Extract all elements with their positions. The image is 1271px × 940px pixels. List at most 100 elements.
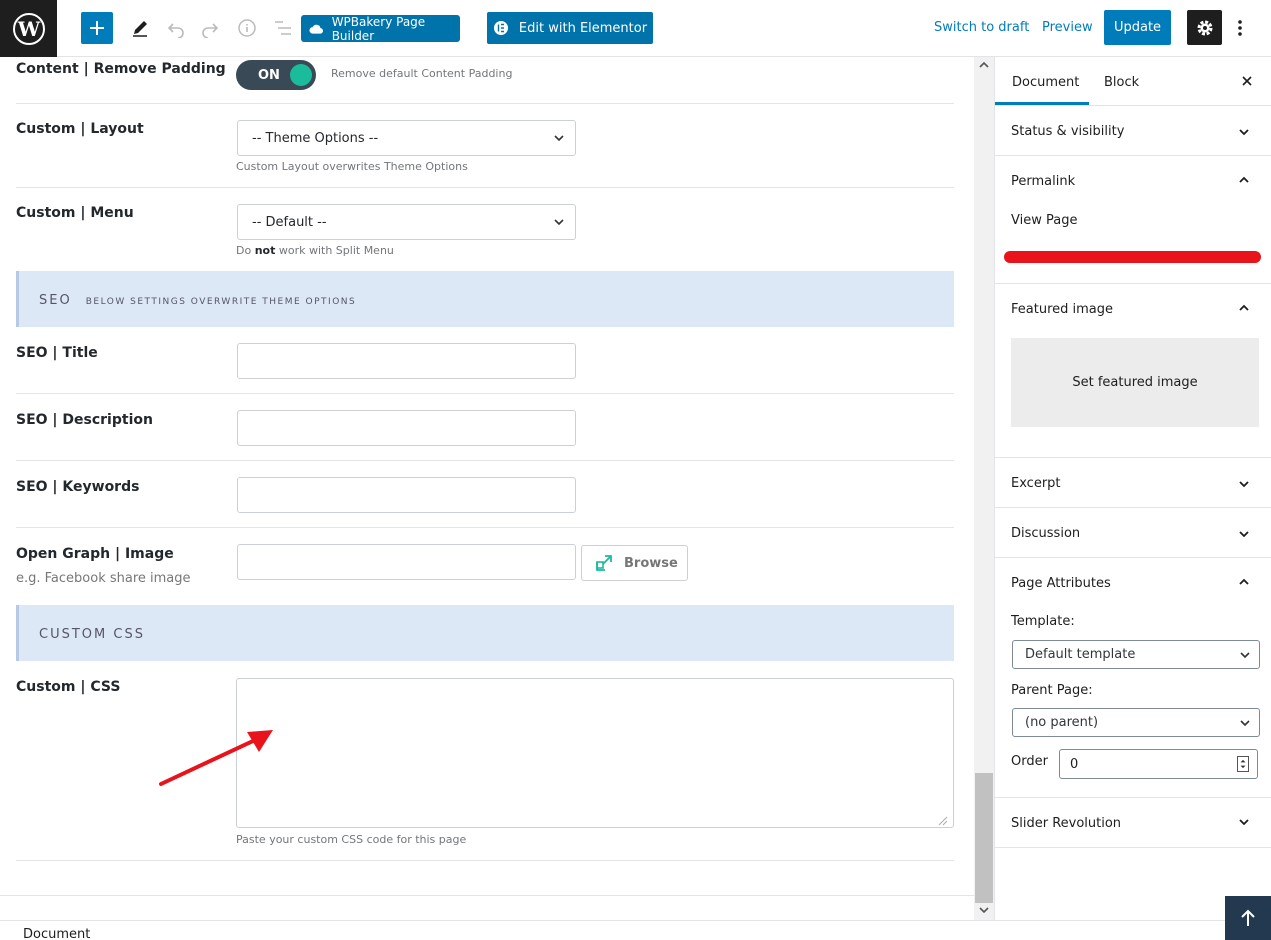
footer-breadcrumb[interactable]: Document	[23, 927, 90, 940]
spinner-arrows-icon[interactable]	[1237, 756, 1249, 772]
settings-button[interactable]	[1187, 10, 1222, 45]
list-icon	[275, 21, 291, 35]
scroll-thumb[interactable]	[975, 773, 993, 903]
main-scrollbar[interactable]	[974, 57, 994, 920]
custom-layout-hint: Custom Layout overwrites Theme Options	[236, 160, 468, 173]
parent-page-label: Parent Page:	[1011, 683, 1093, 698]
toggle-knob	[290, 64, 312, 86]
preview-button[interactable]: Preview	[1042, 20, 1093, 35]
panel-status-visibility[interactable]: Status & visibility	[995, 106, 1271, 156]
seo-keywords-input[interactable]	[237, 477, 576, 513]
redo-icon	[202, 23, 219, 38]
chevron-down-icon	[1240, 652, 1250, 659]
custom-css-section-header: CUSTOM CSS	[16, 605, 954, 661]
chevron-down-icon	[1240, 720, 1250, 727]
scroll-down-icon[interactable]	[978, 906, 990, 914]
seo-keywords-row: SEO | Keywords	[16, 461, 954, 528]
edit-with-elementor-button[interactable]: Edit with Elementor	[487, 12, 653, 44]
template-value: Default template	[1025, 647, 1136, 662]
update-button[interactable]: Update	[1104, 10, 1171, 45]
scroll-to-top-button[interactable]	[1225, 896, 1271, 940]
close-icon[interactable]	[1239, 73, 1255, 89]
chevron-up-icon[interactable]	[1238, 576, 1250, 588]
settings-sidebar: Document Block Status & visibility Perma…	[994, 57, 1271, 920]
wordpress-logo-icon[interactable]: W	[0, 0, 57, 57]
annotation-arrow-icon	[159, 730, 273, 786]
custom-css-textarea[interactable]	[236, 678, 954, 828]
redacted-permalink	[1004, 251, 1261, 263]
chevron-up-icon[interactable]	[1238, 174, 1250, 186]
order-label: Order	[1011, 754, 1048, 769]
wpbakery-button[interactable]: WPBakery Page Builder	[301, 14, 460, 43]
custom-css-hint: Paste your custom CSS code for this page	[236, 833, 467, 846]
seo-subtitle-text: BELOW SETTINGS OVERWRITE THEME OPTIONS	[85, 297, 357, 307]
sidebar-tabs: Document Block	[995, 57, 1271, 106]
seo-keywords-label: SEO | Keywords	[16, 479, 140, 495]
pencil-icon	[133, 21, 147, 37]
template-select[interactable]: Default template	[1012, 640, 1260, 669]
seo-section-title: SEO BELOW SETTINGS OVERWRITE THEME OPTION…	[39, 293, 356, 308]
panel-permalink: Permalink View Page	[995, 156, 1271, 284]
order-input[interactable]: 0	[1059, 749, 1258, 779]
seo-title-text: SEO	[39, 293, 72, 308]
custom-menu-label: Custom | Menu	[16, 205, 134, 221]
chevron-up-icon[interactable]	[1238, 302, 1250, 314]
block-navigation-button[interactable]	[271, 16, 295, 40]
elementor-icon	[493, 21, 508, 35]
panel-slider-revolution[interactable]: Slider Revolution	[995, 798, 1271, 848]
custom-menu-value: -- Default --	[252, 214, 327, 230]
tab-block[interactable]: Block	[1104, 75, 1139, 90]
content-divider	[0, 895, 974, 896]
seo-title-input[interactable]	[237, 343, 576, 379]
panel-discussion[interactable]: Discussion	[995, 508, 1271, 558]
browse-label: Browse	[624, 555, 678, 571]
toggle-state-text: ON	[258, 67, 280, 83]
svg-text:W: W	[16, 17, 40, 41]
hint-pre: Do	[236, 244, 255, 257]
og-image-input[interactable]	[237, 544, 576, 580]
set-featured-image-button[interactable]: Set featured image	[1011, 338, 1259, 427]
custom-menu-hint: Do not work with Split Menu	[236, 244, 394, 257]
template-label: Template:	[1011, 614, 1075, 629]
remove-padding-label: Content | Remove Padding	[16, 61, 226, 77]
arrow-up-icon	[1241, 909, 1255, 926]
tab-document[interactable]: Document	[1012, 75, 1079, 90]
parent-page-select[interactable]: (no parent)	[1012, 708, 1260, 737]
remove-padding-row: Content | Remove Padding ON Remove defau…	[16, 57, 954, 104]
wpbakery-label: WPBakery Page Builder	[331, 14, 426, 43]
undo-icon	[167, 23, 184, 38]
og-image-label: Open Graph | Image	[16, 546, 174, 562]
add-block-button[interactable]	[81, 12, 113, 44]
order-value: 0	[1070, 756, 1079, 772]
custom-menu-select[interactable]: -- Default --	[237, 204, 576, 240]
custom-css-label: Custom | CSS	[16, 679, 121, 695]
panel-excerpt[interactable]: Excerpt	[995, 458, 1271, 508]
scroll-up-icon[interactable]	[978, 61, 990, 69]
edit-tool-button[interactable]	[128, 16, 152, 40]
info-button[interactable]	[235, 16, 259, 40]
custom-layout-select[interactable]: -- Theme Options --	[237, 120, 576, 156]
chevron-down-icon	[1239, 481, 1249, 488]
resize-handle-icon[interactable]	[938, 816, 948, 826]
featured-image-title[interactable]: Featured image	[1011, 302, 1113, 317]
browse-button[interactable]: Browse	[581, 545, 688, 581]
seo-title-row: SEO | Title	[16, 327, 954, 394]
permalink-title[interactable]: Permalink	[1011, 174, 1075, 189]
more-options-button[interactable]	[1230, 14, 1250, 42]
page-attributes-title[interactable]: Page Attributes	[1011, 576, 1111, 591]
undo-button[interactable]	[164, 16, 188, 40]
status-visibility-title: Status & visibility	[1011, 124, 1125, 139]
remove-padding-toggle[interactable]: ON	[236, 60, 316, 90]
chevron-down-icon	[554, 135, 564, 142]
seo-description-input[interactable]	[237, 410, 576, 446]
chevron-down-icon	[1239, 531, 1249, 538]
excerpt-title: Excerpt	[1011, 476, 1061, 491]
custom-layout-label: Custom | Layout	[16, 121, 144, 137]
custom-menu-row: Custom | Menu -- Default -- Do not work …	[16, 188, 954, 272]
redo-button[interactable]	[198, 16, 222, 40]
switch-to-draft-button[interactable]: Switch to draft	[934, 20, 1029, 35]
parent-page-value: (no parent)	[1025, 715, 1099, 730]
slider-revolution-title: Slider Revolution	[1011, 816, 1122, 831]
seo-section-header: SEO BELOW SETTINGS OVERWRITE THEME OPTION…	[16, 271, 954, 327]
seo-title-label: SEO | Title	[16, 345, 98, 361]
